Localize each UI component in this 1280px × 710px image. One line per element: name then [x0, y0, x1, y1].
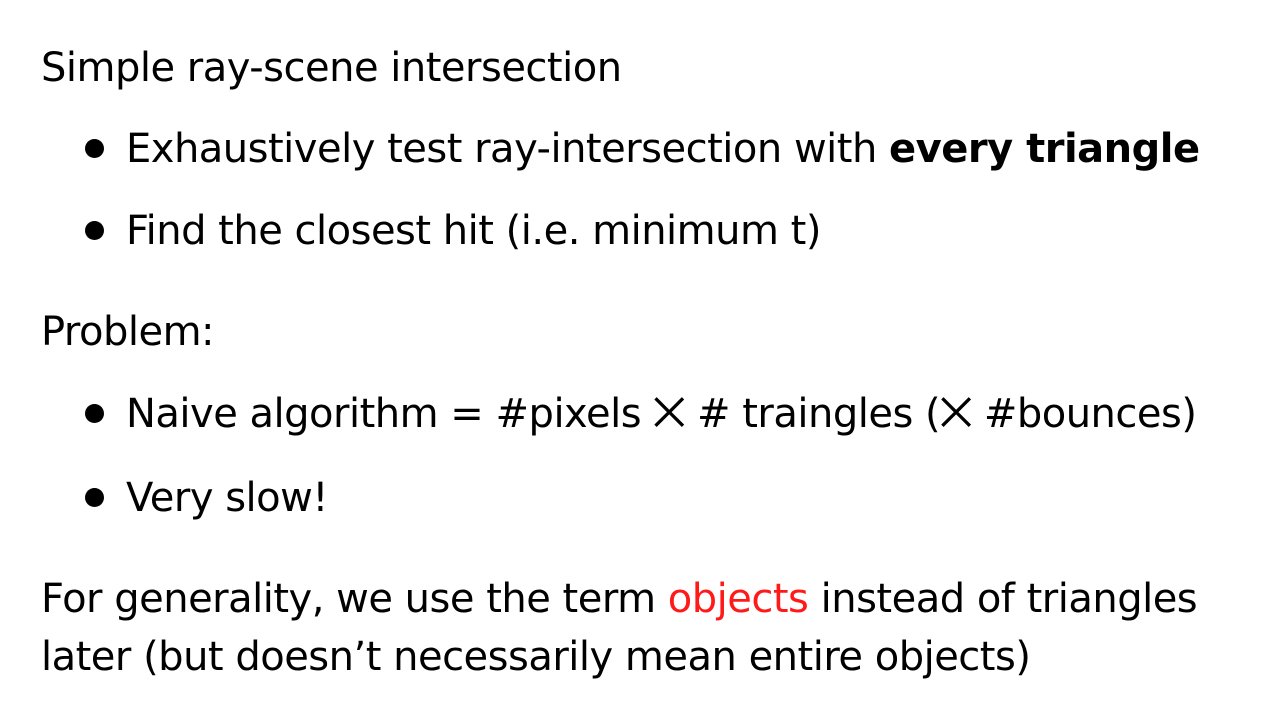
problem-label-text: Problem: [41, 309, 215, 355]
slide: Simple ray-scene intersection Exhaustive… [0, 0, 1280, 710]
bullet-dot-icon [85, 487, 104, 507]
bullet-item: Very slow! [85, 474, 328, 522]
note-text-pre: For generality, we use the term [41, 576, 668, 622]
bullet-emphasis: every triangle [889, 126, 1200, 172]
slide-heading: Simple ray-scene intersection [41, 44, 622, 92]
bullet-text: Find the closest hit (i.e. minimum t) [126, 208, 821, 254]
bullet-text: Naive algorithm = #pixels ⨉ # traingles … [126, 391, 1197, 437]
bullet-item: Naive algorithm = #pixels ⨉ # traingles … [85, 390, 1197, 438]
note-line-1: For generality, we use the term objects … [41, 575, 1198, 623]
bullet-text: Very slow! [126, 475, 328, 521]
bullet-dot-icon [85, 403, 104, 423]
note-highlight: objects [667, 576, 809, 622]
bullet-item: Find the closest hit (i.e. minimum t) [85, 207, 821, 255]
bullet-dot-icon [85, 220, 104, 240]
bullet-item: Exhaustively test ray-intersection with … [85, 125, 1200, 173]
note-text-post: instead of triangles [808, 576, 1198, 622]
note-line-2: later (but doesn’t necessarily mean enti… [41, 633, 1031, 681]
note-text-line2: later (but doesn’t necessarily mean enti… [41, 634, 1031, 680]
heading-text: Simple ray-scene intersection [41, 45, 622, 91]
bullet-text: Exhaustively test ray-intersection with [126, 126, 890, 172]
problem-label: Problem: [41, 308, 215, 356]
bullet-dot-icon [85, 138, 104, 158]
